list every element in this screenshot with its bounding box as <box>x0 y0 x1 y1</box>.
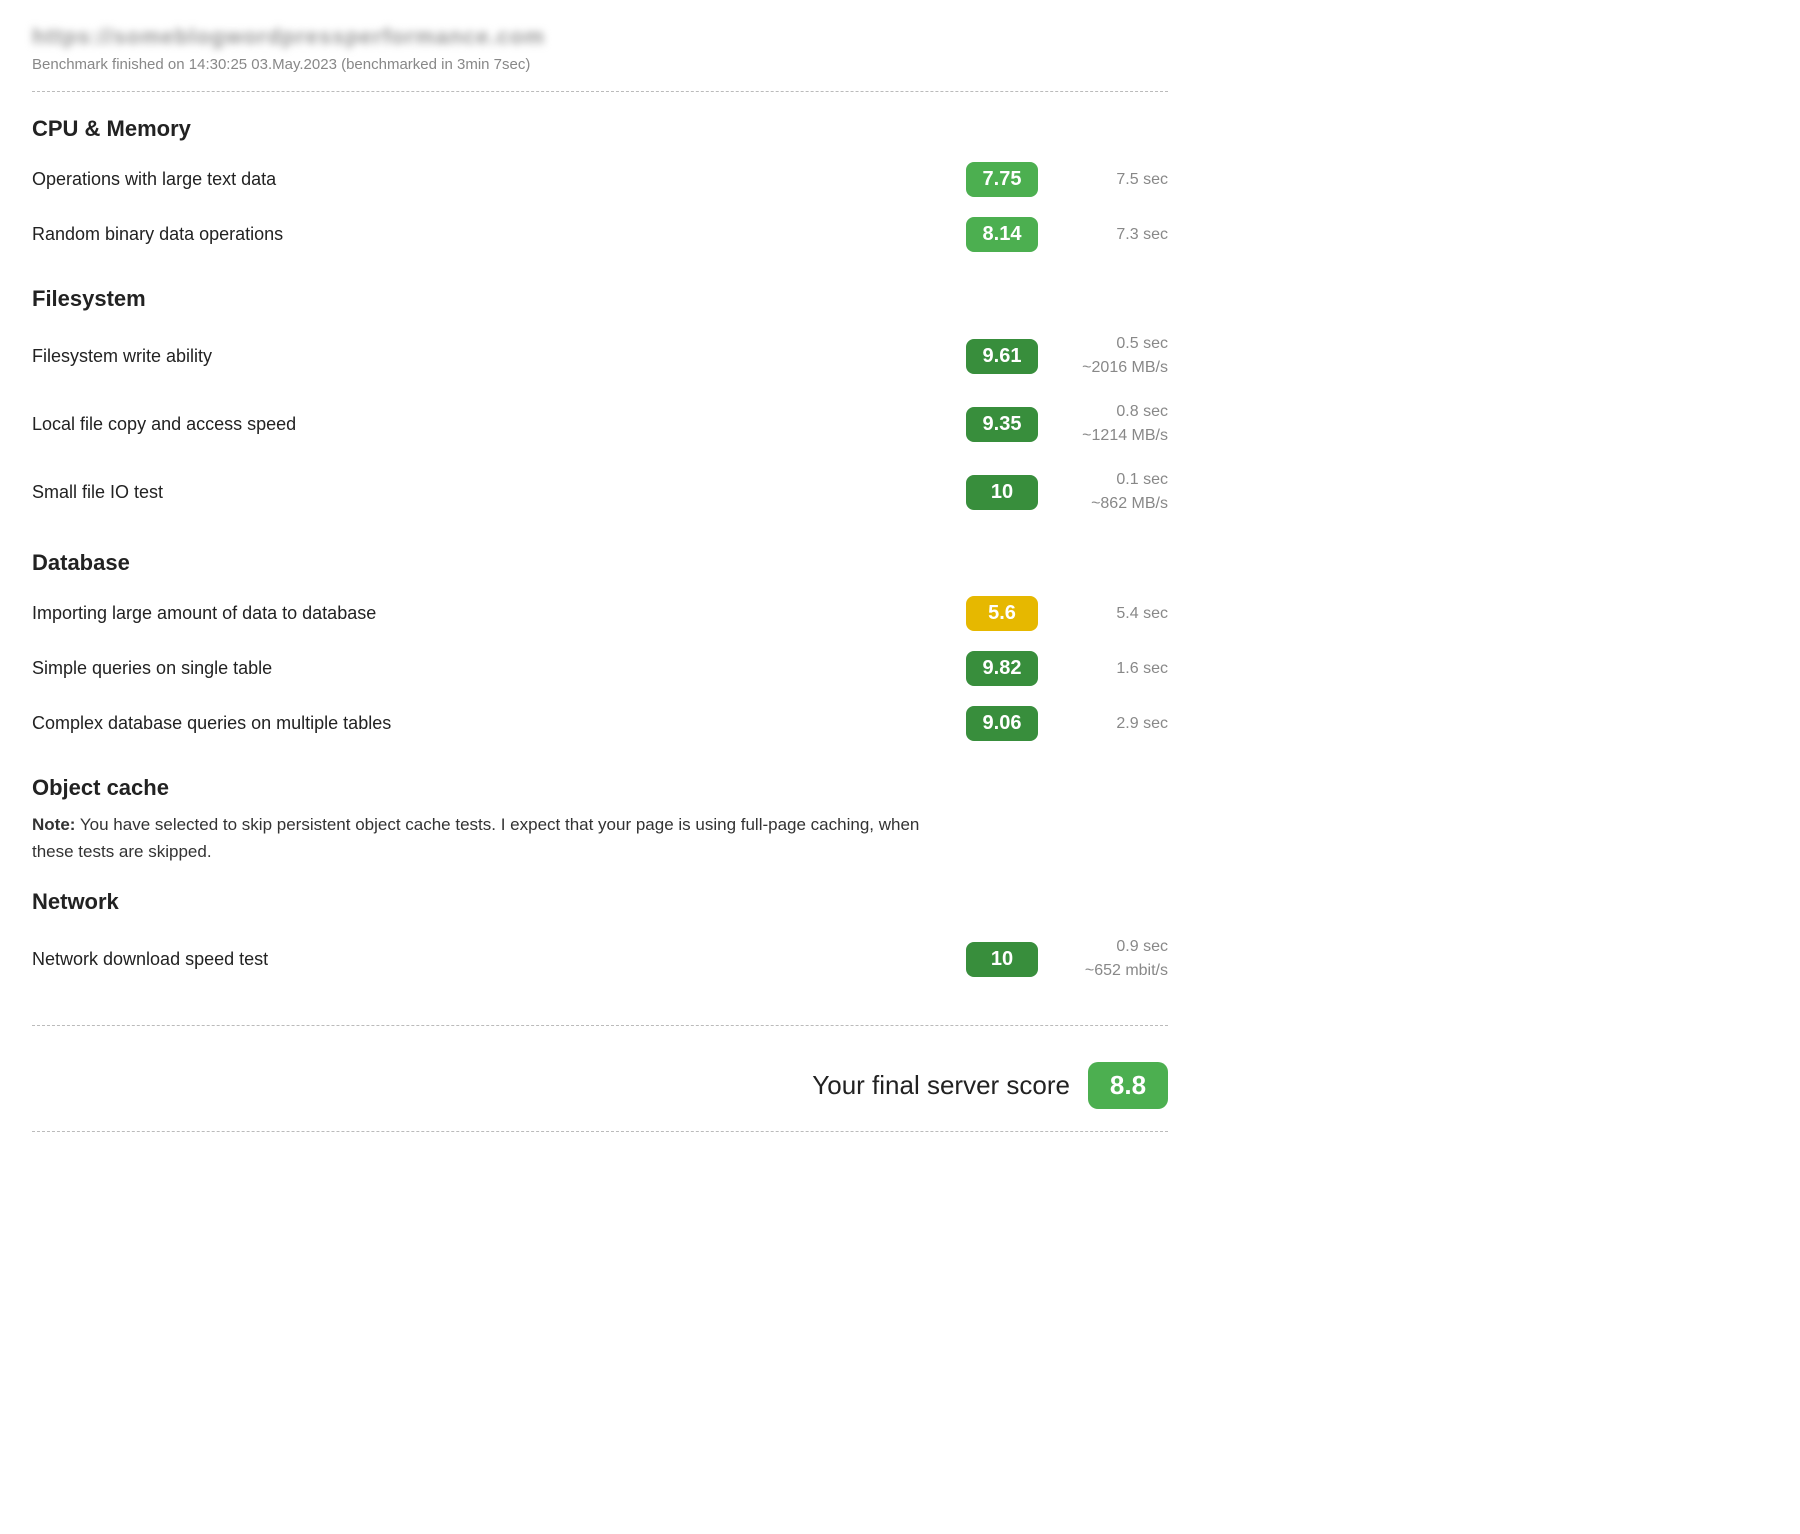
bench-label: Local file copy and access speed <box>32 414 966 435</box>
section-object-cache: Object cache Note: You have selected to … <box>32 775 1168 865</box>
score-badge-1-1: 9.35 <box>966 407 1038 442</box>
section-filesystem: Filesystem Filesystem write ability 9.61… <box>32 286 1168 526</box>
top-divider <box>32 91 1168 92</box>
bench-row-1-1: Local file copy and access speed 9.35 0.… <box>32 390 1168 458</box>
bench-label: Small file IO test <box>32 482 966 503</box>
bench-label: Simple queries on single table <box>32 658 966 679</box>
bench-meta-1-1: 0.8 sec ~1214 MB/s <box>1038 400 1168 448</box>
score-badge-2-1: 9.82 <box>966 651 1038 686</box>
bench-row-2-0: Importing large amount of data to databa… <box>32 586 1168 641</box>
site-url: https://someblogwordpressperformance.com <box>32 24 1168 50</box>
score-badge-0-0: 7.75 <box>966 162 1038 197</box>
bench-meta-1-2: 0.1 sec ~862 MB/s <box>1038 468 1168 516</box>
section-network: Network Network download speed test 10 0… <box>32 889 1168 993</box>
bench-row-4-0: Network download speed test 10 0.9 sec ~… <box>32 925 1168 993</box>
bench-label: Filesystem write ability <box>32 346 966 367</box>
section-title-cpu-memory: CPU & Memory <box>32 116 1168 142</box>
section-title-network: Network <box>32 889 1168 915</box>
section-title-object-cache: Object cache <box>32 775 1168 801</box>
bench-row-1-2: Small file IO test 10 0.1 sec ~862 MB/s <box>32 458 1168 526</box>
bench-label: Importing large amount of data to databa… <box>32 603 966 624</box>
section-database: Database Importing large amount of data … <box>32 550 1168 751</box>
bench-row-1-0: Filesystem write ability 9.61 0.5 sec ~2… <box>32 322 1168 390</box>
benchmark-meta: Benchmark finished on 14:30:25 03.May.20… <box>32 56 1168 73</box>
bench-meta-4-0: 0.9 sec ~652 mbit/s <box>1038 935 1168 983</box>
bench-label: Operations with large text data <box>32 169 966 190</box>
final-score-label: Your final server score <box>812 1070 1070 1101</box>
score-badge-2-0: 5.6 <box>966 596 1038 631</box>
bench-meta-0-1: 7.3 sec <box>1038 223 1168 247</box>
bench-meta-0-0: 7.5 sec <box>1038 168 1168 192</box>
bench-label: Complex database queries on multiple tab… <box>32 713 966 734</box>
object-cache-note: Note: You have selected to skip persiste… <box>32 811 932 865</box>
section-cpu-memory: CPU & Memory Operations with large text … <box>32 116 1168 262</box>
bench-row-0-1: Random binary data operations 8.14 7.3 s… <box>32 207 1168 262</box>
score-badge-0-1: 8.14 <box>966 217 1038 252</box>
bottom-divider-top <box>32 1025 1168 1026</box>
final-score-row: Your final server score 8.8 <box>32 1044 1168 1119</box>
object-cache-note-text: You have selected to skip persistent obj… <box>32 815 919 861</box>
bench-row-2-2: Complex database queries on multiple tab… <box>32 696 1168 751</box>
bench-row-0-0: Operations with large text data 7.75 7.5… <box>32 152 1168 207</box>
bench-label: Random binary data operations <box>32 224 966 245</box>
score-badge-1-0: 9.61 <box>966 339 1038 374</box>
bottom-divider-bottom <box>32 1131 1168 1132</box>
bench-meta-1-0: 0.5 sec ~2016 MB/s <box>1038 332 1168 380</box>
bench-meta-2-0: 5.4 sec <box>1038 602 1168 626</box>
bench-meta-2-2: 2.9 sec <box>1038 712 1168 736</box>
score-badge-1-2: 10 <box>966 475 1038 510</box>
section-title-database: Database <box>32 550 1168 576</box>
object-cache-note-bold: Note: <box>32 815 75 834</box>
section-title-filesystem: Filesystem <box>32 286 1168 312</box>
bench-row-2-1: Simple queries on single table 9.82 1.6 … <box>32 641 1168 696</box>
score-badge-4-0: 10 <box>966 942 1038 977</box>
final-score-badge: 8.8 <box>1088 1062 1168 1109</box>
bench-label: Network download speed test <box>32 949 966 970</box>
bench-meta-2-1: 1.6 sec <box>1038 657 1168 681</box>
score-badge-2-2: 9.06 <box>966 706 1038 741</box>
